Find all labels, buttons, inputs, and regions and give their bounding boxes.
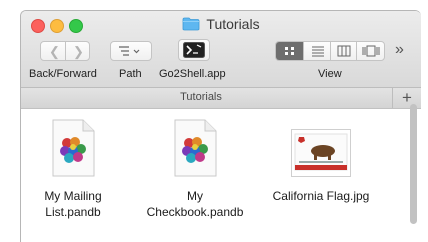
vertical-scrollbar[interactable] [410,104,417,224]
title-bar: Tutorials ❮ ❯ Back/Forward Path Go2Shell… [21,11,421,88]
file-item[interactable]: My Mailing List.pandb [21,119,133,220]
file-name: My Mailing List.pandb [44,189,102,219]
forward-button[interactable]: ❯ [66,42,89,60]
folder-icon [183,17,200,31]
california-flag-image-icon [291,129,351,177]
path-list-icon [119,46,140,56]
file-area: My Mailing List.pandb My Checkbook.pandb [21,109,421,242]
view-list-button[interactable] [304,42,331,60]
column-view-icon [337,45,351,57]
view-columns-button[interactable] [331,42,357,60]
toolbar-overflow-button[interactable]: » [395,41,404,59]
terminal-icon [183,42,205,58]
path-label: Path [119,68,142,80]
window-title-text: Tutorials [206,16,260,32]
view-icons-button[interactable] [276,42,304,60]
window-title: Tutorials [21,16,421,32]
file-name: California Flag.jpg [272,189,370,203]
back-button[interactable]: ❮ [41,42,66,60]
back-forward-label: Back/Forward [29,68,97,80]
tab-title[interactable]: Tutorials [21,91,381,103]
view-segmented-control [275,41,385,61]
pandb-document-icon [52,119,95,177]
tab-bar: Tutorials + [21,88,421,109]
list-view-icon [312,46,324,57]
pandb-document-icon [174,119,217,177]
finder-window: Tutorials ❮ ❯ Back/Forward Path Go2Shell… [20,10,421,242]
file-item[interactable]: My Checkbook.pandb [135,119,255,220]
back-forward-control: ❮ ❯ [40,41,90,61]
icon-view-icon [285,47,294,55]
go2shell-label: Go2Shell.app [159,68,226,80]
file-name: My Checkbook.pandb [146,189,244,219]
file-item[interactable]: California Flag.jpg [261,129,381,204]
view-label: View [318,68,342,80]
go2shell-button[interactable] [178,39,210,61]
view-gallery-button[interactable] [357,42,384,60]
path-button[interactable] [110,41,152,61]
chevron-left-icon: ❮ [49,44,60,59]
gallery-view-icon [362,45,380,57]
chevron-right-icon: ❯ [73,44,84,59]
